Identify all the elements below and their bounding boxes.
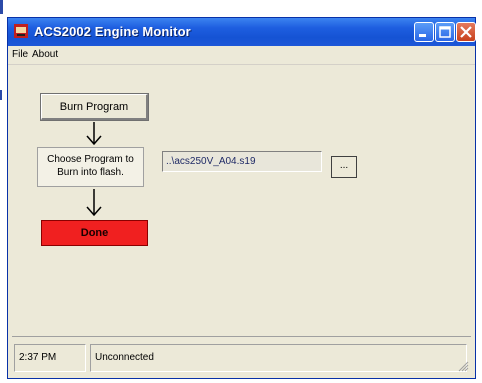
title-bar[interactable]: ACS2002 Engine Monitor — [8, 18, 476, 46]
arrow-down-icon — [86, 189, 102, 217]
main-panel: Burn Program Choose Program to Burn into… — [12, 68, 471, 334]
menu-bar: File About — [8, 46, 475, 65]
status-time: 2:37 PM — [14, 344, 86, 372]
menu-file[interactable]: File — [12, 49, 28, 60]
app-window: ACS2002 Engine Monitor File About Burn P… — [7, 17, 476, 379]
status-separator — [12, 336, 471, 337]
minimize-button[interactable] — [414, 22, 434, 42]
background-mark — [0, 0, 3, 14]
background-mark — [0, 90, 2, 100]
close-icon — [460, 26, 472, 38]
done-button[interactable]: Done — [41, 220, 148, 246]
maximize-icon — [439, 26, 451, 38]
choose-program-label: Choose Program to Burn into flash. — [37, 147, 144, 187]
menu-about[interactable]: About — [32, 49, 58, 60]
arrow-down-icon — [86, 122, 102, 146]
status-connection: Unconnected — [90, 344, 467, 372]
status-bar: 2:37 PM Unconnected — [12, 340, 471, 374]
burn-program-button[interactable]: Burn Program — [40, 93, 149, 121]
window-title: ACS2002 Engine Monitor — [34, 24, 191, 39]
app-icon — [14, 24, 28, 38]
program-path-field[interactable]: ..\acs250V_A04.s19 — [162, 151, 322, 172]
close-button[interactable] — [456, 22, 476, 42]
resize-grip-icon[interactable] — [457, 360, 469, 372]
browse-button[interactable]: ... — [331, 156, 357, 178]
maximize-button[interactable] — [435, 22, 455, 42]
minimize-icon — [419, 34, 426, 37]
